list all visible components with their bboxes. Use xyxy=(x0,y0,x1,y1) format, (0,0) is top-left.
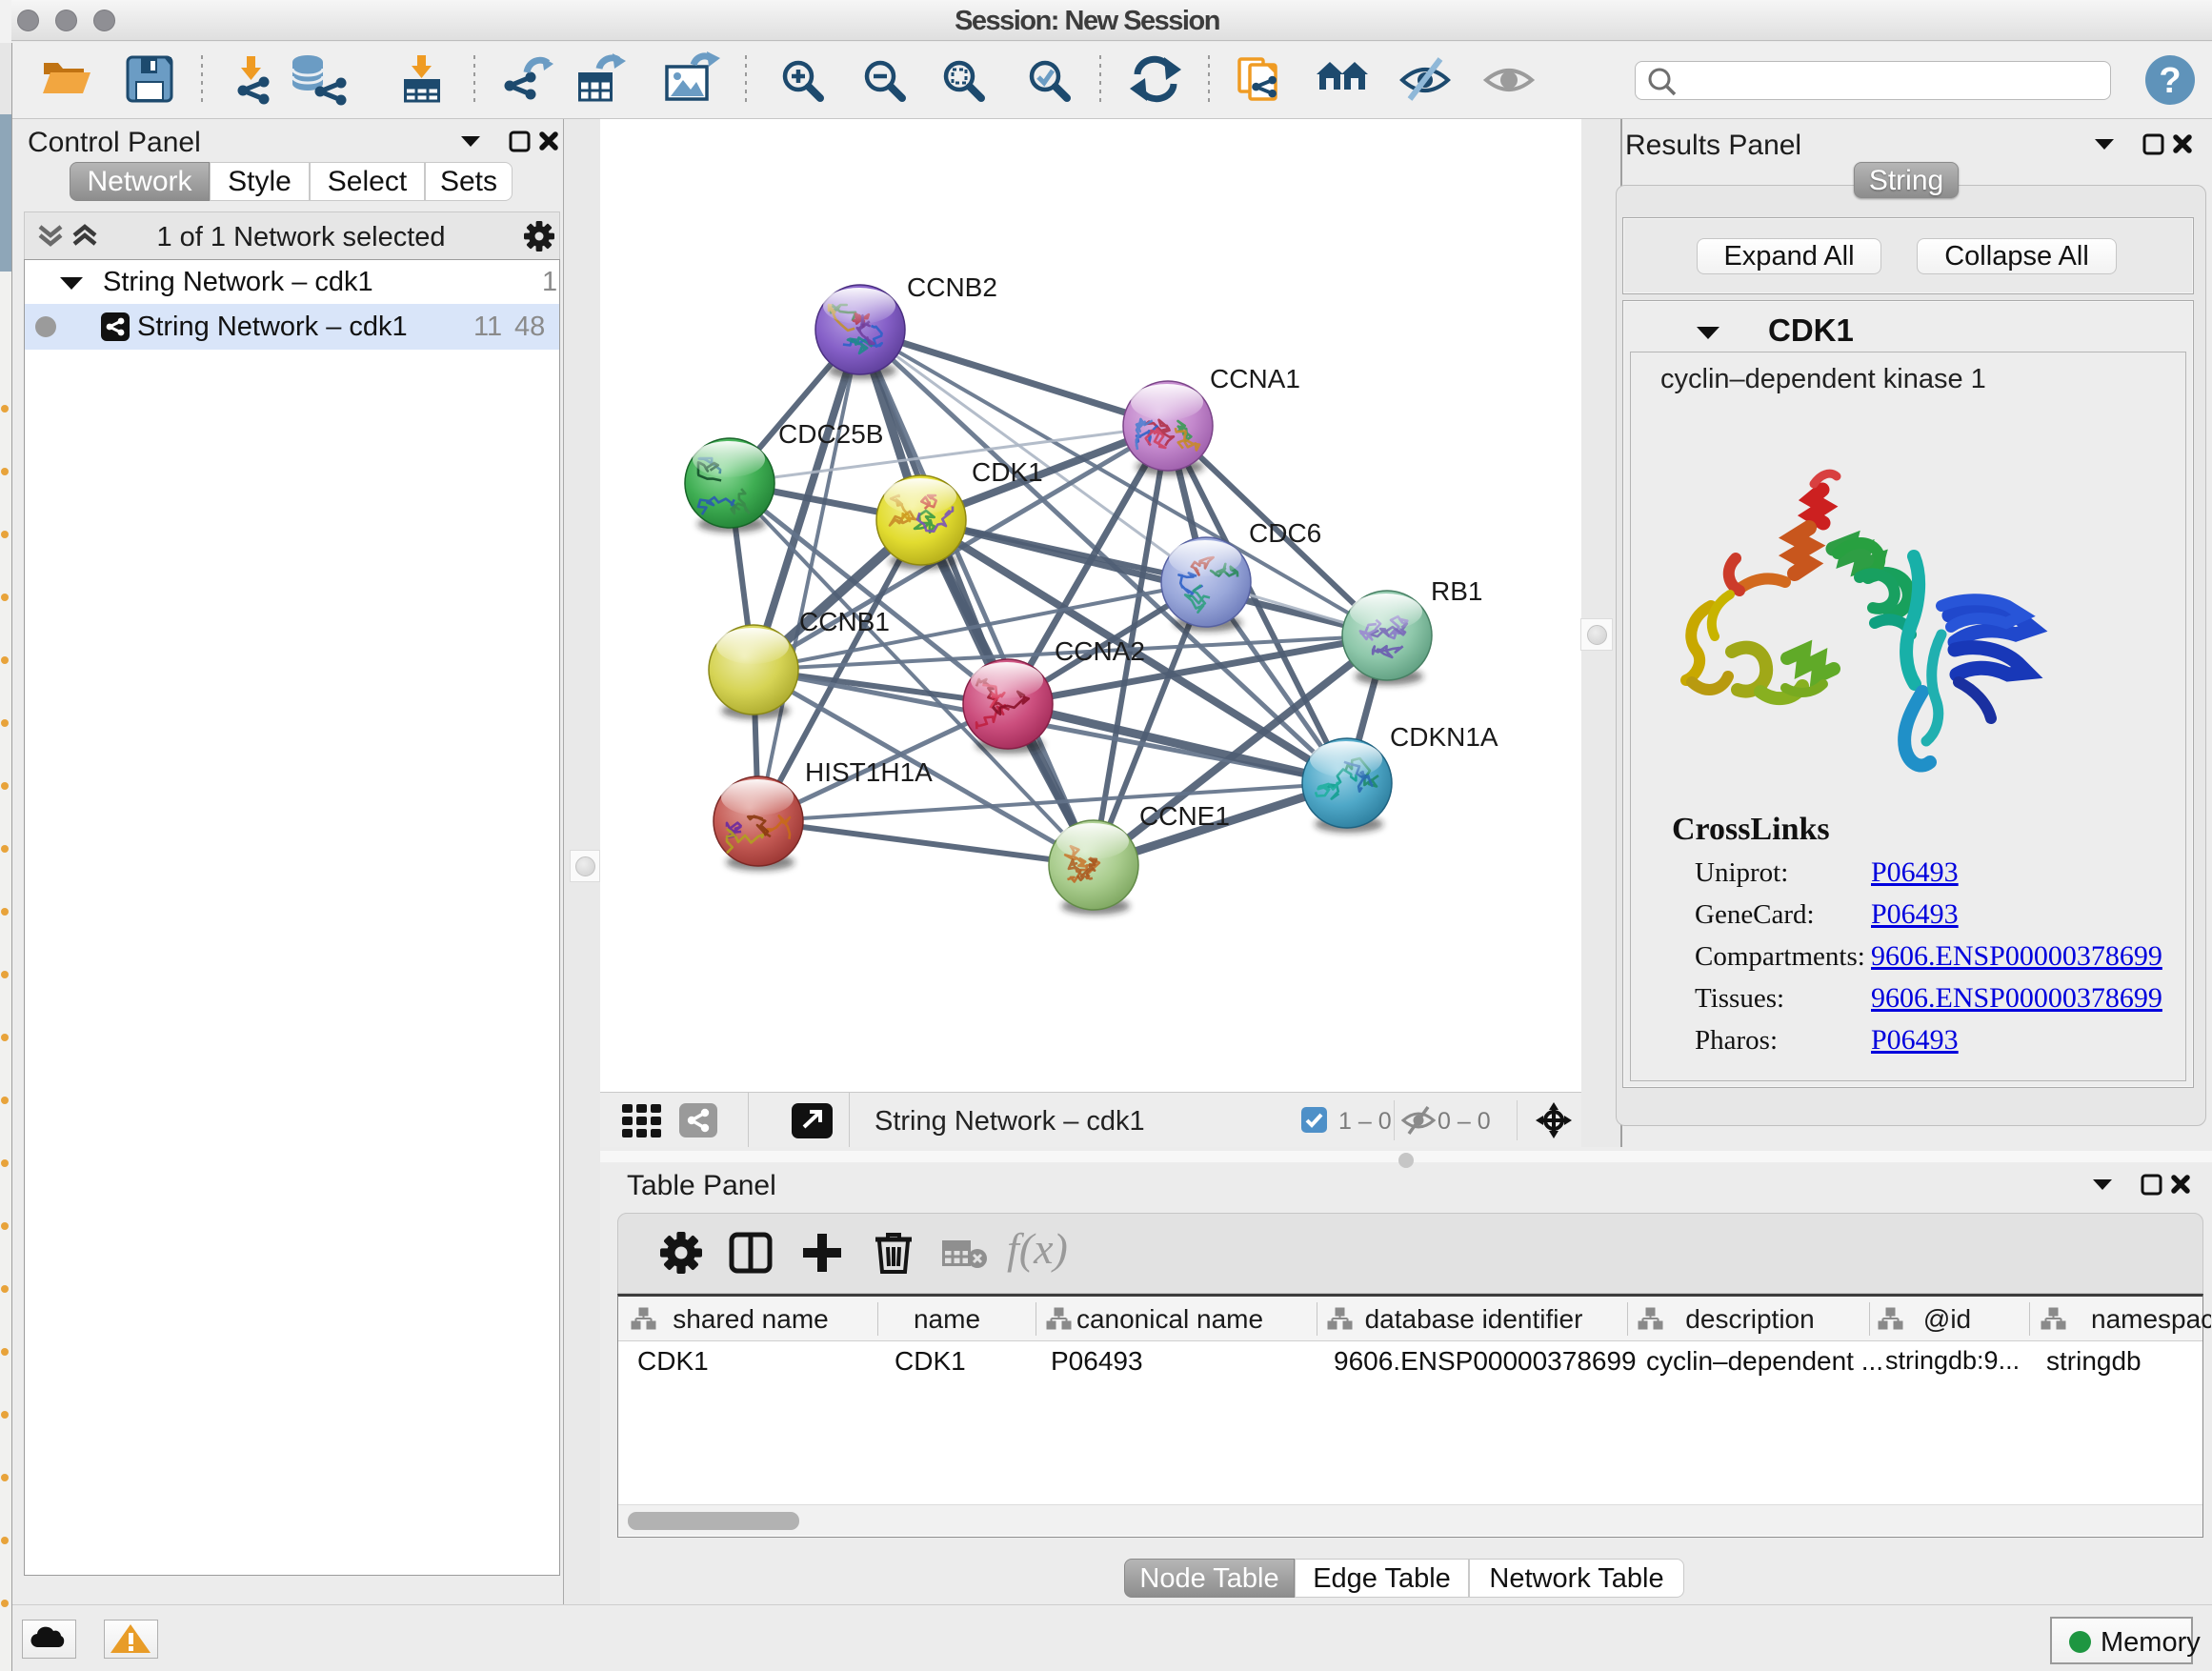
svg-text:CDC25B: CDC25B xyxy=(778,419,883,449)
svg-text:CCNB1: CCNB1 xyxy=(799,607,890,636)
svg-text:HIST1H1A: HIST1H1A xyxy=(805,757,933,787)
svg-text:CCNB2: CCNB2 xyxy=(907,272,997,302)
svg-text:CCNA2: CCNA2 xyxy=(1055,636,1145,666)
svg-text:CDC6: CDC6 xyxy=(1249,518,1321,548)
svg-text:CCNE1: CCNE1 xyxy=(1139,801,1230,831)
svg-text:CDK1: CDK1 xyxy=(972,457,1043,487)
svg-text:?: ? xyxy=(2159,61,2181,101)
svg-text:CCNA1: CCNA1 xyxy=(1210,364,1300,393)
svg-text:RB1: RB1 xyxy=(1431,576,1482,606)
svg-text:CDKN1A: CDKN1A xyxy=(1390,722,1498,752)
